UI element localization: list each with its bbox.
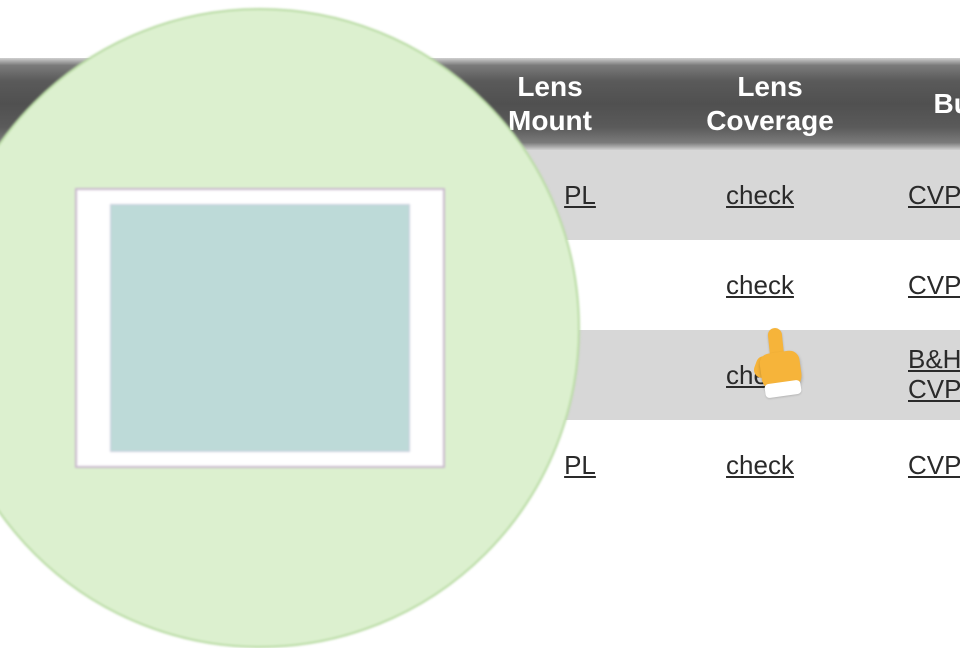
lens-coverage-link[interactable]: check [680, 180, 840, 211]
sensor-frame-inner [110, 204, 410, 452]
buy-link[interactable]: B&H CVP [908, 345, 960, 405]
lens-coverage-link[interactable]: check [680, 270, 840, 301]
buy-link[interactable]: CVP [908, 180, 960, 211]
buy-link[interactable]: CVP [908, 450, 960, 481]
header-coverage-label: Lens Coverage [660, 70, 880, 137]
lens-coverage-link[interactable]: check [680, 450, 840, 481]
sensor-frame-outer [75, 188, 445, 468]
buy-link[interactable]: CVP [908, 270, 960, 301]
lens-coverage-link[interactable]: check [680, 360, 840, 391]
header-buy-label: Buy [900, 87, 960, 121]
